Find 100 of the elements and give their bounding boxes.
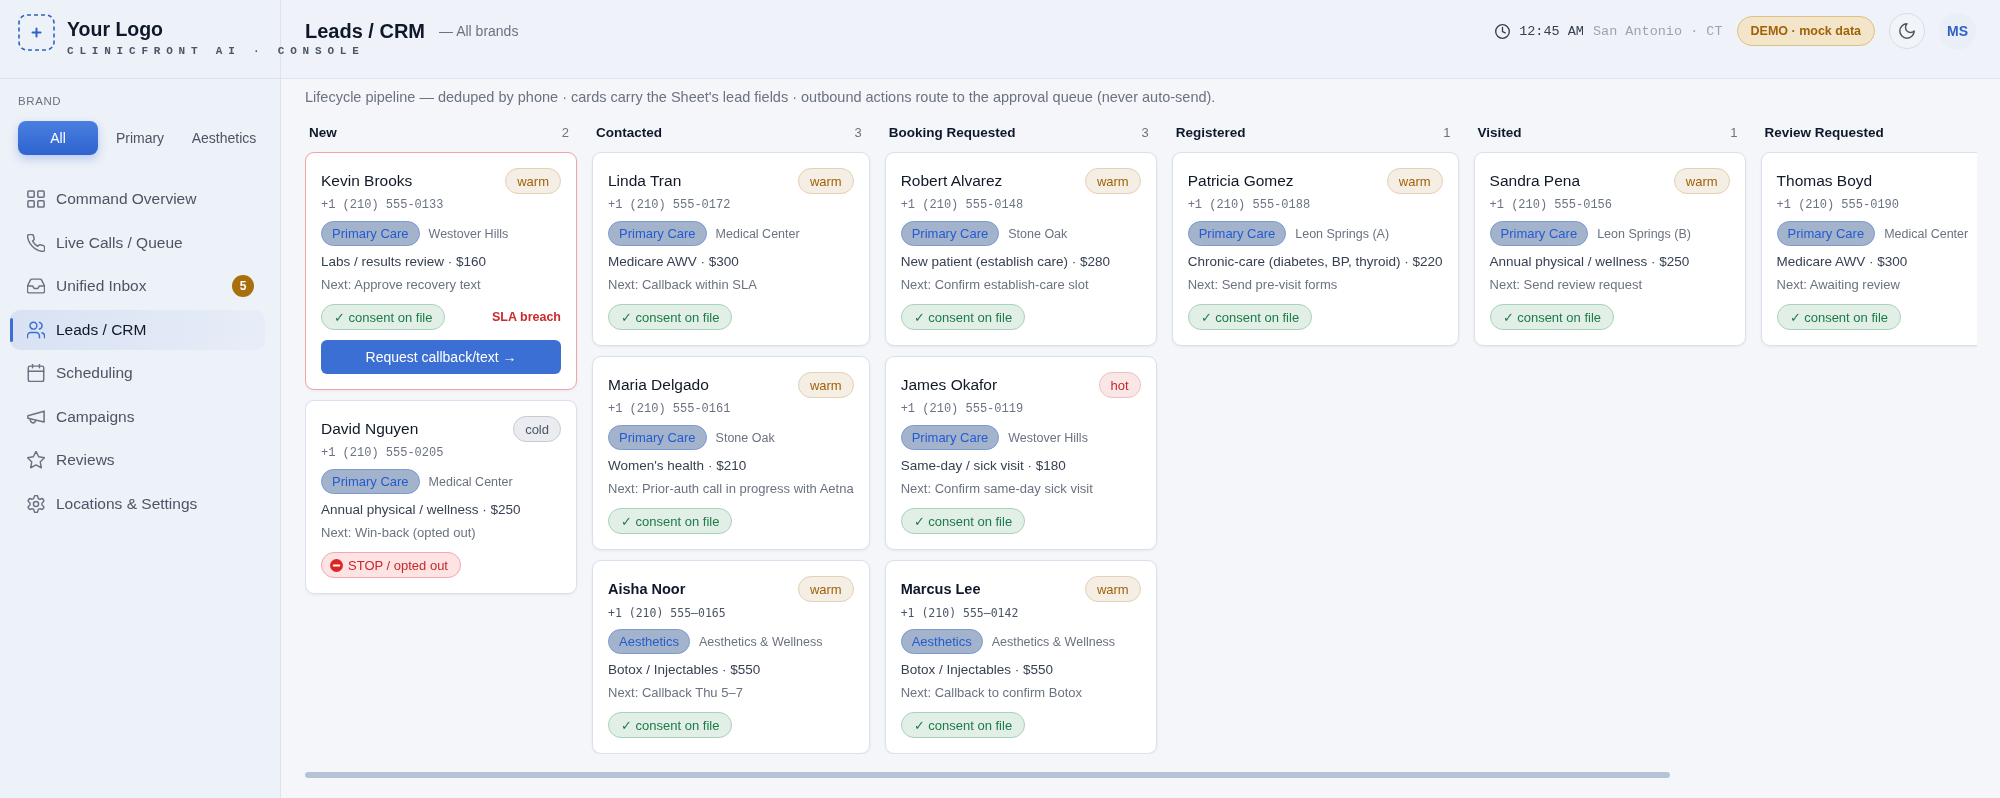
theme-toggle-button[interactable]	[1889, 13, 1925, 49]
consent-tag: ✓ consent on file	[1187, 304, 1313, 330]
brand-tag: Primary Care	[1187, 221, 1287, 246]
lead-card[interactable]: Robert Alvarez warm +1 (210) 555-0148 Primary Care Stone Oak New patient (establish care) · $280 Next: Confirm establish-care slot ✓ consent on file	[884, 152, 1157, 346]
column-count: 2	[561, 124, 569, 140]
clock-time: 12:45 AM	[1519, 23, 1584, 39]
nav-item[interactable]: Campaigns	[10, 396, 265, 437]
request-callback-button[interactable]: Request callback/text →	[321, 340, 561, 374]
location-text: Aesthetics & Wellness	[991, 634, 1116, 649]
consent-tag: ✓ consent on file	[900, 712, 1026, 738]
lead-card[interactable]: Linda Tran warm +1 (210) 555-0172 Primary Care Medical Center Medicare AWV · $300 Next: Callback within SLA ✓ consent on file	[592, 152, 870, 346]
clock-icon	[1495, 23, 1511, 39]
phone-number: +1 (210) 555–0142	[900, 605, 1020, 621]
user-avatar[interactable]: MS	[1939, 12, 1976, 50]
nav-item[interactable]: Locations & Settings	[10, 483, 265, 524]
temperature-tag: warm	[1386, 168, 1443, 194]
column-count: 3	[854, 124, 862, 140]
next-step-text: Next: Win-back (opted out)	[321, 525, 477, 541]
lead-name: Robert Alvarez	[900, 172, 1003, 190]
lead-name: Marcus Lee	[900, 581, 981, 597]
brand-tab[interactable]: All	[18, 121, 98, 155]
lead-card[interactable]: Marcus Lee warm +1 (210) 555–0142 Aesthetics Aesthetics & Wellness Botox / Injectables · $550 Next: Callback to confirm Botox ✓ consent on file	[884, 560, 1157, 754]
logo-subtitle: CLINICFRONT AI · CONSOLE	[67, 45, 365, 57]
sla-breach-label: SLA breach	[492, 310, 561, 324]
lead-card[interactable]: David Nguyen cold +1 (210) 555-0205 Primary Care Medical Center Annual physical / wellness · $250 Next: Win-back (opted out) STOP / opted out	[305, 400, 577, 594]
lead-name: Patricia Gomez	[1187, 172, 1294, 190]
next-step-text: Next: Callback to confirm Botox	[900, 685, 1084, 701]
phone-number: +1 (210) 555-0133	[321, 197, 445, 213]
location-text: Medical Center	[1884, 226, 1969, 241]
lead-card[interactable]: Kevin Brooks warm +1 (210) 555-0133 Primary Care Westover Hills Labs / results review · $160 Next: Approve recovery text ✓ consent on file SLA breach Request callback/text →	[305, 152, 577, 390]
lead-card[interactable]: James Okafor hot +1 (210) 555-0119 Primary Care Westover Hills Same-day / sick visit · $180 Next: Confirm same-day sick visit ✓ consent on file	[884, 356, 1157, 550]
column-title: Contacted	[596, 124, 662, 140]
column-count: 1	[1730, 124, 1738, 140]
brand-tag: Primary Care	[1489, 221, 1589, 246]
grid-icon	[27, 190, 45, 208]
location-text: Westover Hills	[1008, 430, 1088, 445]
service-line: Annual physical / wellness · $250	[321, 501, 522, 519]
brand-tag: Aesthetics	[900, 629, 983, 654]
next-step-text: Next: Approve recovery text	[321, 277, 482, 293]
phone-number: +1 (210) 555-0205	[321, 445, 445, 461]
consent-tag: ✓ consent on file	[1489, 304, 1614, 330]
consent-tag: ✓ consent on file	[900, 304, 1026, 330]
page-subtitle: — All brands	[439, 23, 519, 39]
column-title: Review Requested	[1764, 124, 1884, 140]
location-text: Stone Oak	[715, 430, 775, 445]
moon-icon	[1899, 23, 1915, 39]
nav-item[interactable]: Reviews	[10, 440, 265, 480]
nav-item[interactable]: Leads / CRM	[10, 309, 265, 350]
temperature-tag: warm	[1084, 576, 1141, 602]
phone-number: +1 (210) 555-0190	[1776, 197, 1900, 213]
column-title: New	[309, 124, 337, 140]
column-count: 3	[1141, 124, 1149, 140]
scrollbar-thumb[interactable]	[305, 772, 1670, 778]
next-step-text: Next: Prior-auth call in progress with Aetna	[608, 481, 854, 497]
logo-title: Your Logo	[67, 18, 164, 40]
lead-card[interactable]: Maria Delgado warm +1 (210) 555-0161 Primary Care Stone Oak Women's health · $210 Next: Prior-auth call in progress with Aetna ✓ consent on file	[592, 356, 870, 550]
nav-item[interactable]: Scheduling	[10, 353, 265, 393]
users-icon	[27, 320, 45, 339]
phone-number: +1 (210) 555-0148	[900, 197, 1025, 213]
pipeline-description: Lifecycle pipeline — deduped by phone · cards carry the Sheet's lead fields · outbound actions route to the approval queue (never auto-send).	[305, 88, 1217, 106]
next-step-text: Next: Send pre-visit forms	[1187, 277, 1339, 293]
phone-number: +1 (210) 555-0188	[1187, 197, 1312, 213]
next-step-text: Next: Send review request	[1489, 277, 1644, 293]
brand-tag: Aesthetics	[608, 629, 690, 654]
brand-tag: Primary Care	[900, 425, 1000, 450]
next-step-text: Next: Confirm establish-care slot	[900, 277, 1090, 293]
column-count: 1	[1443, 124, 1451, 140]
calendar-icon	[27, 364, 45, 382]
column-title: Booking Requested	[888, 124, 1016, 140]
lead-card[interactable]: Aisha Noor warm +1 (210) 555–0165 Aesthetics Aesthetics & Wellness Botox / Injectables · $550 Next: Callback Thu 5–7 ✓ consent on file	[592, 560, 870, 754]
lead-name: Kevin Brooks	[321, 172, 413, 190]
lead-card[interactable]: Thomas Boyd +1 (210) 555-0190 Primary Care Medical Center Medicare AWV · $300 Next: Awaiting review ✓ consent on file	[1760, 152, 1977, 346]
brand-tag: Primary Care	[608, 425, 707, 450]
lead-name: Aisha Noor	[608, 581, 686, 597]
brand-tab[interactable]: Aesthetics	[182, 121, 266, 155]
location-text: Leon Springs (B)	[1597, 226, 1691, 241]
brand-tab[interactable]: Primary	[98, 121, 182, 155]
phone-icon	[27, 233, 45, 252]
consent-tag: ✓ consent on file	[608, 508, 733, 534]
phone-number: +1 (210) 555-0172	[608, 197, 732, 213]
next-step-text: Next: Confirm same-day sick visit	[900, 481, 1094, 497]
location-text: Medical Center	[715, 226, 800, 241]
location-text: Aesthetics & Wellness	[699, 634, 823, 649]
phone-number: +1 (210) 555-0161	[608, 401, 732, 417]
next-step-text: Next: Callback Thu 5–7	[608, 685, 744, 701]
next-step-text: Next: Awaiting review	[1776, 277, 1901, 293]
phone-number: +1 (210) 555-0119	[900, 401, 1025, 417]
nav-item[interactable]: Live Calls / Queue	[10, 222, 265, 263]
service-line: Chronic-care (diabetes, BP, thyroid) · $220	[1187, 253, 1443, 271]
nav-item[interactable]: Command Overview	[10, 179, 265, 219]
consent-tag: ✓ consent on file	[900, 508, 1026, 534]
lead-card[interactable]: Sandra Pena warm +1 (210) 555-0156 Primary Care Leon Springs (B) Annual physical / wellness · $250 Next: Send review request ✓ consent on file	[1473, 152, 1746, 346]
phone-number: +1 (210) 555–0165	[608, 605, 727, 621]
temperature-tag: warm	[797, 168, 854, 194]
column-title: Registered	[1175, 124, 1246, 140]
service-line: Annual physical / wellness · $250	[1489, 253, 1691, 271]
temperature-tag: hot	[1098, 372, 1141, 398]
lead-name: Sandra Pena	[1489, 172, 1581, 190]
lead-card[interactable]: Patricia Gomez warm +1 (210) 555-0188 Primary Care Leon Springs (A) Chronic-care (diabetes, BP, thyroid) · $220 Next: Send pre-visit forms ✓ consent on file	[1171, 152, 1459, 346]
nav-item[interactable]: Unified Inbox 5	[10, 266, 265, 306]
